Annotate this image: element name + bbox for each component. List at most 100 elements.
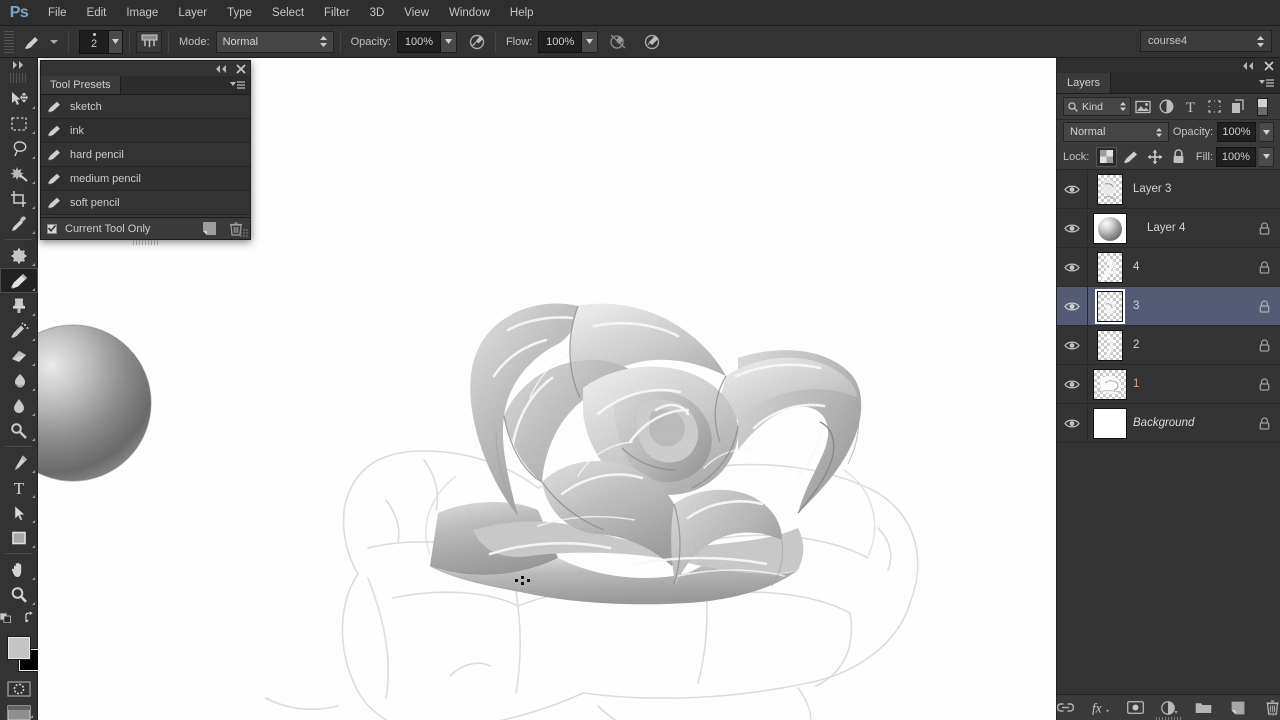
rectangle-tool[interactable] [0, 525, 38, 550]
airbrush-icon[interactable] [606, 30, 630, 54]
layer-name[interactable]: 1 [1133, 378, 1248, 390]
layer-thumbnail[interactable] [1087, 407, 1133, 439]
layer-name[interactable]: 3 [1133, 300, 1248, 312]
table-row[interactable]: 1 [1057, 365, 1280, 404]
options-bar-grip[interactable] [4, 30, 14, 53]
current-tool-only-checkbox[interactable] [47, 223, 57, 234]
menu-type[interactable]: Type [217, 0, 262, 26]
close-icon[interactable] [236, 63, 246, 74]
brush-size-preview[interactable]: 2 [79, 29, 123, 54]
tools-drag-grip[interactable] [9, 73, 28, 83]
opacity-dropdown[interactable] [440, 30, 457, 53]
layer-opacity-dropdown[interactable] [1259, 122, 1274, 142]
tool-presets-bottom-grip[interactable] [132, 240, 159, 245]
opacity-input[interactable]: 100% [396, 30, 441, 53]
new-group-icon[interactable] [1195, 699, 1212, 717]
smart-object-filter-icon[interactable] [1226, 96, 1250, 118]
layer-fill-dropdown[interactable] [1259, 146, 1274, 167]
crop-tool[interactable] [0, 186, 38, 211]
layers-dock-titlebar[interactable] [1057, 58, 1280, 73]
layer-blend-mode-select[interactable]: Normal [1063, 122, 1169, 142]
layer-thumbnail[interactable] [1087, 368, 1133, 400]
layer-thumbnail[interactable] [1087, 288, 1133, 324]
swap-colors-icon[interactable] [24, 611, 38, 623]
new-preset-icon[interactable] [203, 222, 216, 235]
menu-filter[interactable]: Filter [314, 0, 360, 26]
table-row[interactable]: Layer 4 [1057, 209, 1280, 248]
layer-filter-kind-select[interactable]: Kind [1063, 97, 1131, 116]
layer-name[interactable]: Layer 3 [1133, 183, 1248, 195]
lock-image-pixels-icon[interactable] [1120, 147, 1141, 167]
layer-opacity-input[interactable]: 100% [1217, 122, 1256, 142]
pressure-opacity-icon[interactable] [465, 30, 489, 54]
menu-window[interactable]: Window [439, 0, 500, 26]
horizontal-type-tool[interactable]: T [0, 475, 38, 500]
panel-menu-icon[interactable] [1259, 73, 1280, 93]
tool-preset-item-hard-pencil[interactable]: hard pencil [41, 143, 250, 167]
tool-preset-item-sketch[interactable]: sketch [41, 95, 250, 119]
flow-dropdown[interactable] [582, 30, 599, 53]
layer-visibility-toggle[interactable] [1057, 379, 1087, 390]
menu-layer[interactable]: Layer [168, 0, 217, 26]
layer-fill-input[interactable]: 100% [1216, 146, 1256, 167]
layer-visibility-toggle[interactable] [1057, 418, 1087, 429]
gradient-tool[interactable] [0, 368, 38, 393]
layer-visibility-toggle[interactable] [1057, 340, 1087, 351]
history-brush-tool[interactable] [0, 318, 38, 343]
lasso-tool[interactable] [0, 136, 38, 161]
tool-preset-item-soft-pencil[interactable]: soft pencil [41, 191, 250, 215]
menu-file[interactable]: File [38, 0, 77, 26]
menu-3d[interactable]: 3D [360, 0, 395, 26]
quick-mask-icon[interactable] [0, 677, 38, 701]
blend-mode-select[interactable]: Normal [215, 30, 334, 53]
workspace-switcher[interactable]: course4 [1140, 30, 1272, 52]
flow-input[interactable]: 100% [538, 30, 583, 53]
link-layers-icon[interactable] [1057, 699, 1075, 717]
layer-visibility-toggle[interactable] [1057, 301, 1087, 312]
move-tool[interactable] [0, 86, 38, 111]
pen-tool[interactable] [0, 450, 38, 475]
tool-preset-item-ink[interactable]: ink [41, 119, 250, 143]
screen-mode-icon[interactable] [0, 701, 38, 720]
filter-toggle-icon[interactable] [1250, 96, 1274, 118]
adjustment-layer-filter-icon[interactable] [1155, 96, 1179, 118]
brush-icon[interactable] [20, 30, 44, 54]
layer-thumbnail[interactable] [1087, 251, 1133, 283]
panel-menu-icon[interactable] [230, 76, 250, 94]
brush-panel-icon[interactable] [136, 30, 162, 53]
layer-name[interactable]: 2 [1133, 339, 1248, 351]
layer-visibility-toggle[interactable] [1057, 262, 1087, 273]
lock-position-icon[interactable] [1144, 147, 1165, 167]
menu-edit[interactable]: Edit [77, 0, 117, 26]
brush-size-dropdown[interactable] [108, 30, 122, 53]
new-fill-adjustment-layer-icon[interactable] [1160, 699, 1178, 717]
collapse-icon[interactable] [1242, 61, 1255, 70]
zoom-tool[interactable] [0, 582, 38, 607]
layer-name[interactable]: Background [1133, 417, 1248, 429]
layer-style-fx-icon[interactable]: fx [1091, 699, 1110, 717]
path-selection-tool[interactable] [0, 500, 38, 525]
dodge-tool[interactable] [0, 418, 38, 443]
eraser-tool[interactable] [0, 343, 38, 368]
add-layer-mask-icon[interactable] [1126, 699, 1144, 717]
layer-thumbnail[interactable] [1087, 329, 1133, 361]
type-layer-filter-icon[interactable]: T [1178, 96, 1202, 118]
lock-all-icon[interactable] [1168, 147, 1189, 167]
close-icon[interactable] [1264, 60, 1274, 71]
eyedropper-tool[interactable] [0, 211, 38, 236]
default-colors-icon[interactable] [0, 611, 14, 623]
tool-preset-item-medium-pencil[interactable]: medium pencil [41, 167, 250, 191]
tab-layers[interactable]: Layers [1057, 73, 1112, 93]
table-row[interactable]: 4 [1057, 248, 1280, 287]
layer-thumbnail[interactable] [1087, 173, 1133, 205]
table-row[interactable]: Background [1057, 404, 1280, 443]
pixel-layer-filter-icon[interactable] [1131, 96, 1155, 118]
menu-image[interactable]: Image [116, 0, 168, 26]
menu-help[interactable]: Help [500, 0, 544, 26]
brush-preset-caret-icon[interactable] [50, 39, 58, 44]
tab-tool-presets[interactable]: Tool Presets [41, 76, 121, 94]
layer-visibility-toggle[interactable] [1057, 184, 1087, 195]
rectangular-marquee-tool[interactable] [0, 111, 38, 136]
magic-wand-tool[interactable] [0, 161, 38, 186]
shape-layer-filter-icon[interactable] [1202, 96, 1226, 118]
